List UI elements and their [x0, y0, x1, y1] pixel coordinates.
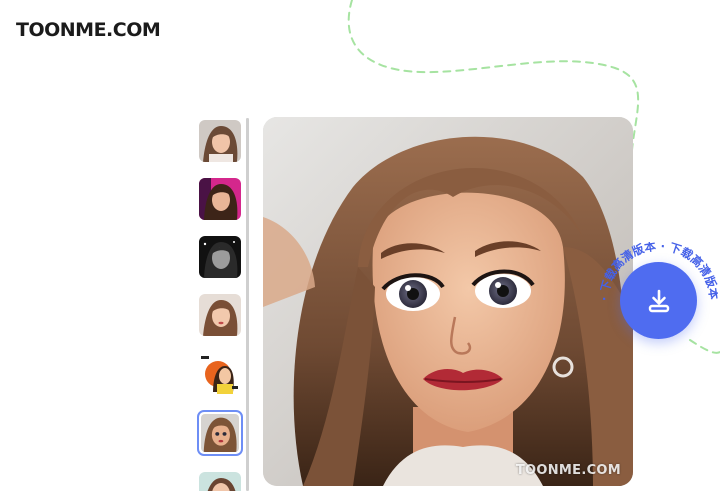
thumbnail-portrait-icon — [199, 178, 241, 220]
download-icon — [645, 287, 673, 315]
thumbnail-cartoon-icon — [201, 414, 239, 452]
style-thumbnail-list — [197, 118, 245, 491]
thumbnail-scrollbar-track[interactable] — [246, 118, 249, 491]
download-button[interactable] — [620, 262, 697, 339]
cartoon-preview-image: TOONME.COM — [263, 117, 633, 486]
thumbnail-5[interactable] — [199, 352, 241, 394]
thumbnail-6-selected[interactable] — [197, 410, 243, 456]
thumbnail-sticker-icon — [199, 352, 241, 394]
thumbnail-4[interactable] — [199, 294, 241, 336]
download-hd-widget[interactable]: · 下载高清版本 · 下载高清版本 — [600, 242, 718, 360]
thumbnail-1[interactable] — [199, 120, 241, 162]
thumbnail-portrait-icon — [199, 294, 241, 336]
cartoon-portrait-illustration — [263, 117, 633, 486]
thumbnail-portrait-icon — [199, 472, 241, 491]
page: TOONME.COM TOONME.COM 载高清版本 · 下载高清版 — [0, 0, 720, 491]
thumbnail-7[interactable] — [199, 472, 241, 491]
thumbnail-portrait-icon — [199, 120, 241, 162]
thumbnail-3[interactable] — [199, 236, 241, 278]
thumbnail-scrollbar-thumb[interactable] — [246, 118, 249, 491]
thumbnail-portrait-icon — [199, 236, 241, 278]
brand-logo[interactable]: TOONME.COM — [16, 19, 161, 41]
preview-watermark: TOONME.COM — [515, 463, 621, 478]
thumbnail-2[interactable] — [199, 178, 241, 220]
